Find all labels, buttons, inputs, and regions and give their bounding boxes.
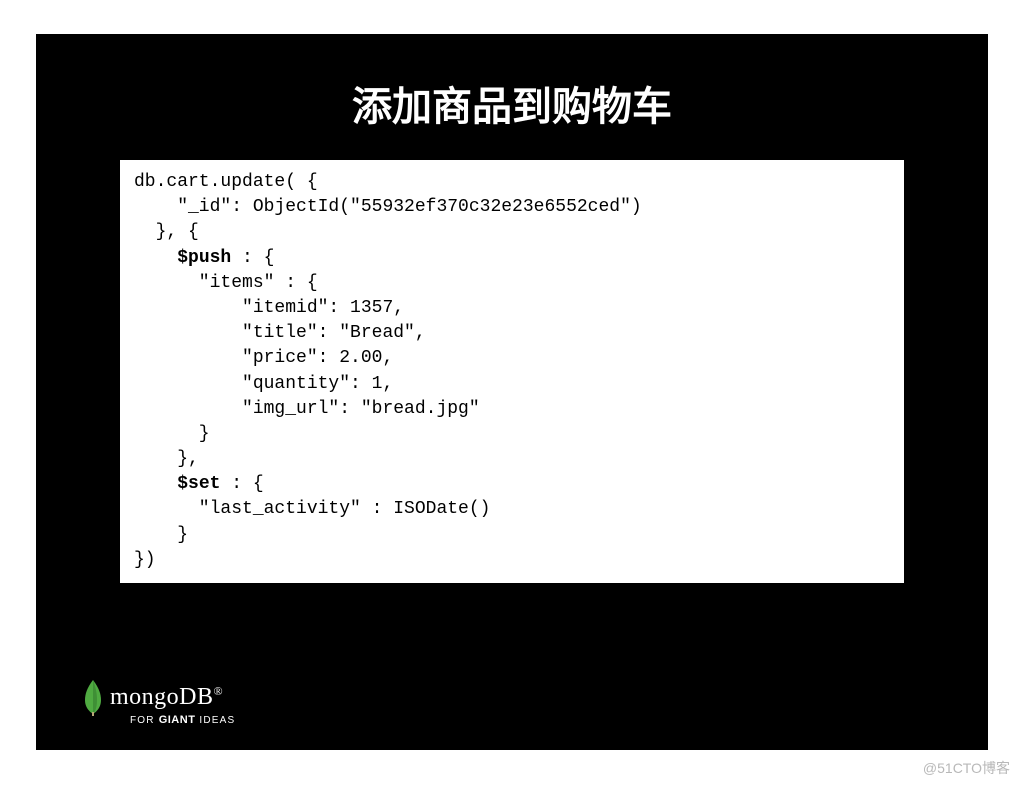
logo-row: mongoDB® xyxy=(82,678,223,716)
brand-name: mongoDB xyxy=(110,684,214,710)
code-line xyxy=(134,248,177,268)
code-line: } xyxy=(134,424,210,444)
code-keyword-set: $set xyxy=(177,474,220,494)
slide-title: 添加商品到购物车 xyxy=(36,74,988,132)
code-line: }) xyxy=(134,550,156,570)
tagline-post: IDEAS xyxy=(195,715,235,726)
code-line: "last_activity" : ISODate() xyxy=(134,499,490,519)
brand-text: mongoDB® xyxy=(110,684,223,711)
code-line xyxy=(134,474,177,494)
code-line: "img_url": "bread.jpg" xyxy=(134,399,480,419)
code-line: db.cart.update( { xyxy=(134,172,318,192)
code-line: "quantity": 1, xyxy=(134,374,393,394)
watermark: @51CTO博客 xyxy=(923,758,1010,778)
code-line: }, xyxy=(134,449,199,469)
tagline-pre: FOR xyxy=(130,715,159,726)
code-line: "_id": ObjectId("55932ef370c32e23e6552ce… xyxy=(134,197,642,217)
mongodb-logo: mongoDB® FOR GIANT IDEAS xyxy=(82,678,235,726)
leaf-icon xyxy=(82,678,104,716)
code-line: } xyxy=(134,525,188,545)
code-line: }, { xyxy=(134,222,199,242)
code-line: "itemid": 1357, xyxy=(134,298,404,318)
code-line: : { xyxy=(220,474,263,494)
code-line: : { xyxy=(231,248,274,268)
slide: 添加商品到购物车 db.cart.update( { "_id": Object… xyxy=(36,34,988,750)
code-keyword-push: $push xyxy=(177,248,231,268)
code-line: "items" : { xyxy=(134,273,318,293)
code-line: "price": 2.00, xyxy=(134,348,393,368)
tagline: FOR GIANT IDEAS xyxy=(130,714,235,726)
code-block: db.cart.update( { "_id": ObjectId("55932… xyxy=(120,160,904,583)
code-line: "title": "Bread", xyxy=(134,323,426,343)
tagline-bold: GIANT xyxy=(159,714,196,726)
brand-suffix: ® xyxy=(214,684,224,698)
